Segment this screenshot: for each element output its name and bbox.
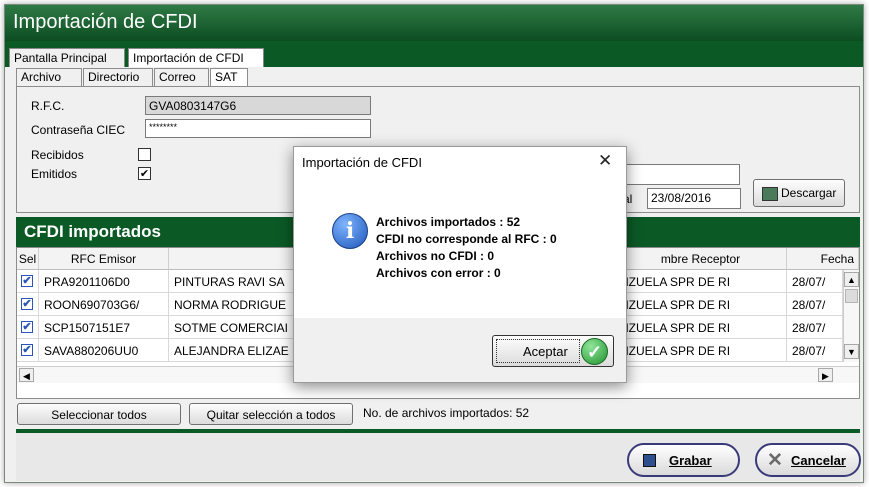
- row-checkbox[interactable]: ✔: [21, 321, 33, 333]
- scroll-thumb[interactable]: [845, 289, 858, 303]
- window-title: Importación de CFDI: [5, 5, 863, 41]
- cancel-button-label: Cancelar: [791, 453, 846, 468]
- row-checkbox[interactable]: ✔: [21, 275, 33, 287]
- emitidos-label: Emitidos: [31, 167, 78, 181]
- tab-pantalla-principal[interactable]: Pantalla Principal: [9, 48, 125, 67]
- check-icon: ✓: [581, 338, 608, 365]
- scroll-right-icon[interactable]: ▶: [818, 368, 833, 382]
- cell-rfc: PRA9201106D0: [39, 270, 169, 293]
- subtab-archivo[interactable]: Archivo: [16, 68, 82, 86]
- cell-rfc: SCP1507151E7: [39, 316, 169, 339]
- save-button-label: Grabar: [669, 453, 712, 468]
- password-label: Contraseña CIEC: [31, 123, 126, 137]
- subtab-directorio[interactable]: Directorio: [83, 68, 153, 86]
- column-rfc-emisor: RFC Emisor: [39, 248, 169, 270]
- rfc-field[interactable]: GVA0803147G6: [145, 96, 371, 115]
- row-checkbox[interactable]: ✔: [21, 344, 33, 356]
- dialog-close-icon[interactable]: ✕: [598, 151, 612, 171]
- subtab-sat[interactable]: SAT: [210, 68, 248, 88]
- row-checkbox[interactable]: ✔: [21, 298, 33, 310]
- imported-count-label: No. de archivos importados: 52: [363, 406, 530, 420]
- dialog-message-line: CFDI no corresponde al RFC : 0: [376, 232, 557, 246]
- dialog-message-line: Archivos con error : 0: [376, 266, 501, 280]
- save-icon: [643, 454, 656, 467]
- main-window: Importación de CFDI Pantalla Principal I…: [4, 4, 864, 483]
- download-icon: [761, 186, 778, 201]
- cell-fecha: 28/07/: [787, 293, 843, 316]
- recibidos-label: Recibidos: [31, 148, 84, 162]
- date-to-field[interactable]: 23/08/2016: [647, 188, 741, 209]
- column-sel: Sel: [17, 248, 39, 270]
- cell-rfc: ROON690703G6/: [39, 293, 169, 316]
- dialog-message-line: Archivos no CFDI : 0: [376, 249, 495, 263]
- cell-receptor: NZUELA SPR DE RI: [615, 270, 787, 293]
- accept-button[interactable]: Aceptar ✓: [492, 335, 614, 367]
- rfc-label: R.F.C.: [31, 99, 65, 113]
- cell-receptor: NZUELA SPR DE RI: [615, 293, 787, 316]
- save-button[interactable]: Grabar: [627, 443, 740, 477]
- cell-fecha: 28/07/: [787, 270, 843, 293]
- scroll-up-icon[interactable]: ▲: [844, 272, 859, 287]
- import-result-dialog: Importación de CFDI ✕ i Archivos importa…: [293, 146, 627, 383]
- vertical-scrollbar[interactable]: ▲ ▼: [843, 270, 859, 362]
- cell-rfc: SAVA880206UU0: [39, 339, 169, 362]
- dialog-title: Importación de CFDI: [302, 155, 422, 170]
- deselect-all-button[interactable]: Quitar selección a todos: [189, 403, 353, 425]
- cancel-icon: ✕: [767, 450, 783, 471]
- password-field[interactable]: ********: [145, 119, 371, 138]
- cell-fecha: 28/07/: [787, 339, 843, 362]
- download-button[interactable]: Descargar: [753, 179, 845, 207]
- emitidos-checkbox[interactable]: ✔: [138, 167, 151, 180]
- recibidos-checkbox[interactable]: [138, 148, 151, 161]
- select-all-button[interactable]: Seleccionar todos: [17, 403, 181, 425]
- cell-fecha: 28/07/: [787, 316, 843, 339]
- column-fecha: Fecha: [787, 248, 859, 270]
- accept-button-label: Aceptar: [523, 344, 568, 359]
- cancel-button[interactable]: ✕ Cancelar: [755, 443, 861, 477]
- filter-field[interactable]: [613, 164, 740, 185]
- cell-receptor: NZUELA SPR DE RI: [615, 339, 787, 362]
- download-button-label: Descargar: [780, 186, 837, 200]
- tab-importacion-cfdi[interactable]: Importación de CFDI: [128, 48, 264, 67]
- scroll-left-icon[interactable]: ◀: [19, 368, 34, 382]
- info-icon: i: [332, 213, 368, 249]
- dialog-message-line: Archivos importados : 52: [376, 215, 521, 229]
- cell-receptor: NZUELA SPR DE RI: [615, 316, 787, 339]
- subtab-correo[interactable]: Correo: [154, 68, 209, 86]
- scroll-down-icon[interactable]: ▼: [844, 344, 859, 359]
- column-nombre-receptor: mbre Receptor: [615, 248, 787, 270]
